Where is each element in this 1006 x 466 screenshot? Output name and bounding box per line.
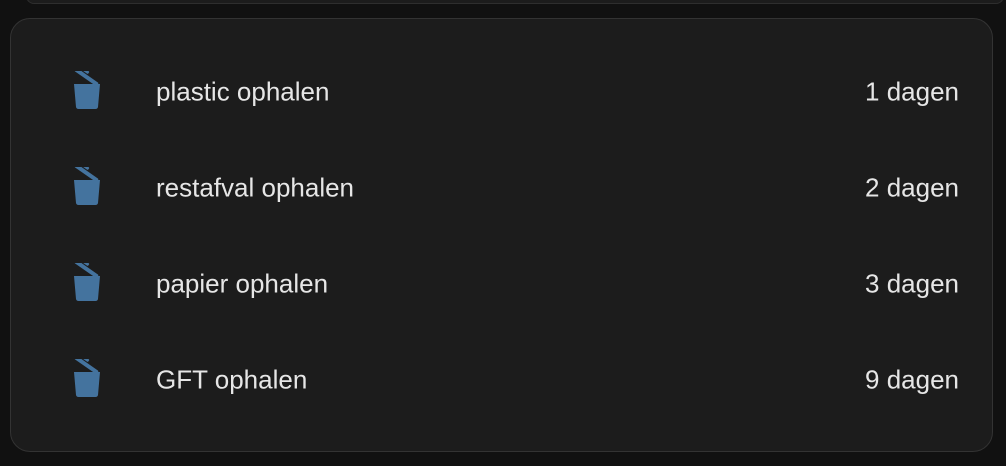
entity-row-gft[interactable]: GFT ophalen 9 dagen [11,350,992,410]
waste-collection-card: plastic ophalen 1 dagen restafval ophale… [10,18,993,452]
previous-card-edge [26,0,1004,4]
entity-row-plastic[interactable]: plastic ophalen 1 dagen [11,62,992,122]
entity-name: GFT ophalen [156,364,308,395]
trash-can-icon [67,71,107,111]
entity-state: 3 dagen [865,268,959,299]
entity-state: 1 dagen [865,76,959,107]
entity-name: restafval ophalen [156,172,355,203]
entity-state: 9 dagen [865,364,959,395]
entity-row-restafval[interactable]: restafval ophalen 2 dagen [11,158,992,218]
trash-can-icon [67,359,107,399]
trash-can-icon [67,167,107,207]
entity-name: papier ophalen [156,268,329,299]
entity-name: plastic ophalen [156,76,330,107]
entity-row-papier[interactable]: papier ophalen 3 dagen [11,254,992,314]
trash-can-icon [67,263,107,303]
entity-state: 2 dagen [865,172,959,203]
